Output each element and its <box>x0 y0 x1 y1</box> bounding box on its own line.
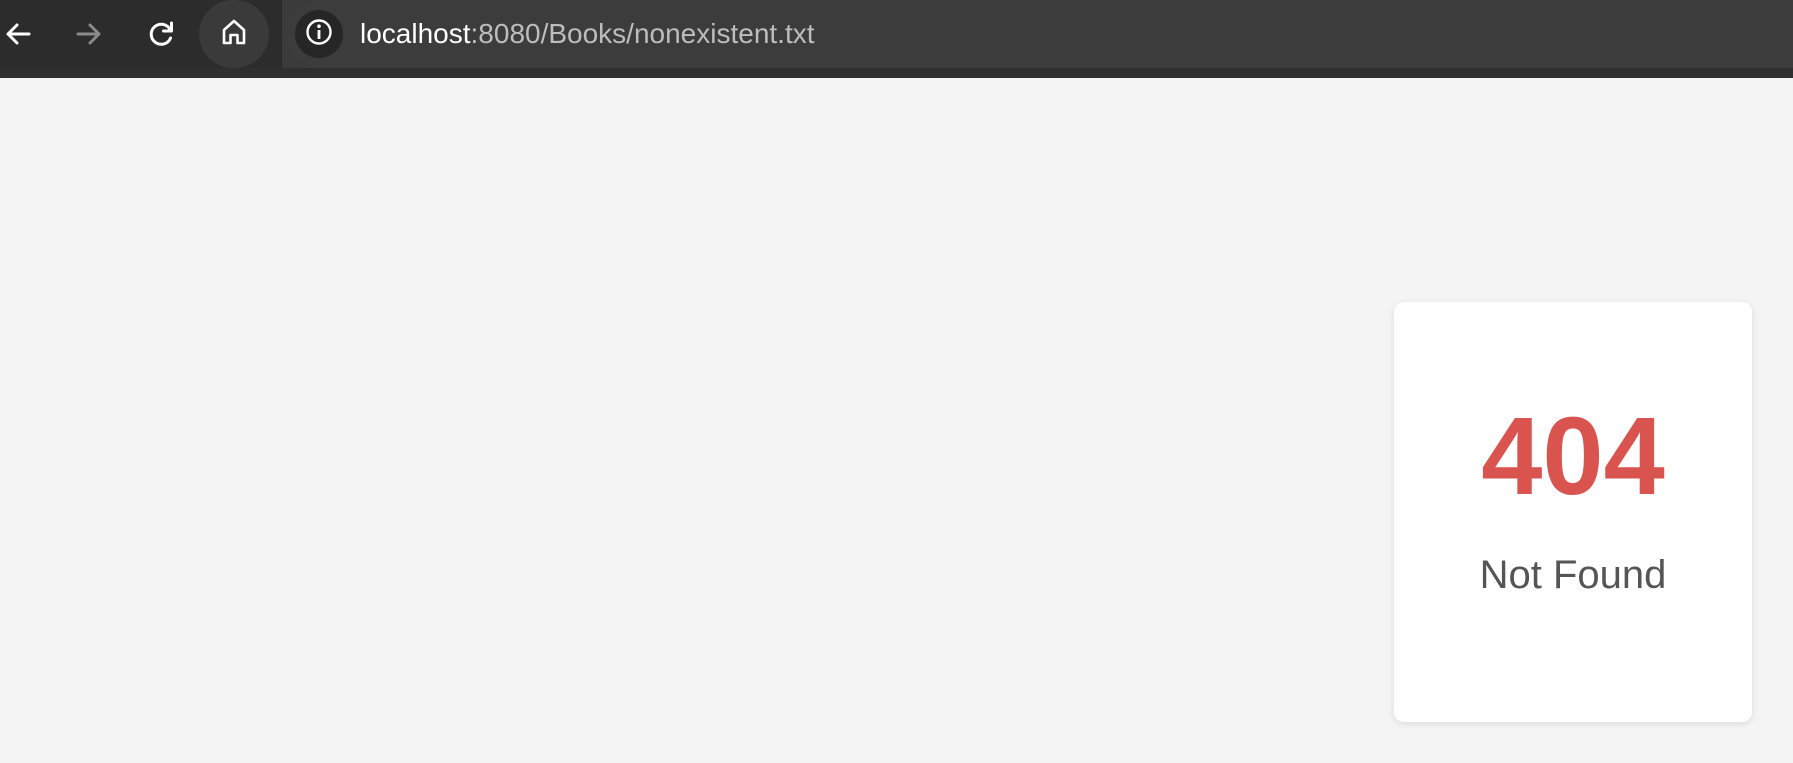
arrow-left-icon <box>3 19 33 49</box>
forward-button[interactable] <box>59 0 119 68</box>
home-icon <box>219 17 249 52</box>
home-button[interactable] <box>199 0 269 68</box>
browser-toolbar: localhost:8080/Books/nonexistent.txt <box>0 0 1793 78</box>
arrow-right-icon <box>74 19 104 49</box>
error-card: 404 Not Found <box>1394 302 1752 722</box>
toolbar-divider <box>0 68 1793 78</box>
url-text[interactable]: localhost:8080/Books/nonexistent.txt <box>360 17 815 51</box>
site-info-button[interactable] <box>295 10 343 58</box>
url-path: :8080/Books/nonexistent.txt <box>470 18 815 49</box>
url-host: localhost <box>360 18 471 49</box>
reload-button[interactable] <box>131 0 191 68</box>
address-bar[interactable]: localhost:8080/Books/nonexistent.txt <box>284 0 1793 68</box>
back-button[interactable] <box>0 0 48 68</box>
reload-icon <box>146 19 176 49</box>
info-icon <box>305 18 333 51</box>
page-content: 404 Not Found <box>0 80 1793 763</box>
error-message: Not Found <box>1479 553 1667 597</box>
error-code: 404 <box>1481 395 1665 518</box>
